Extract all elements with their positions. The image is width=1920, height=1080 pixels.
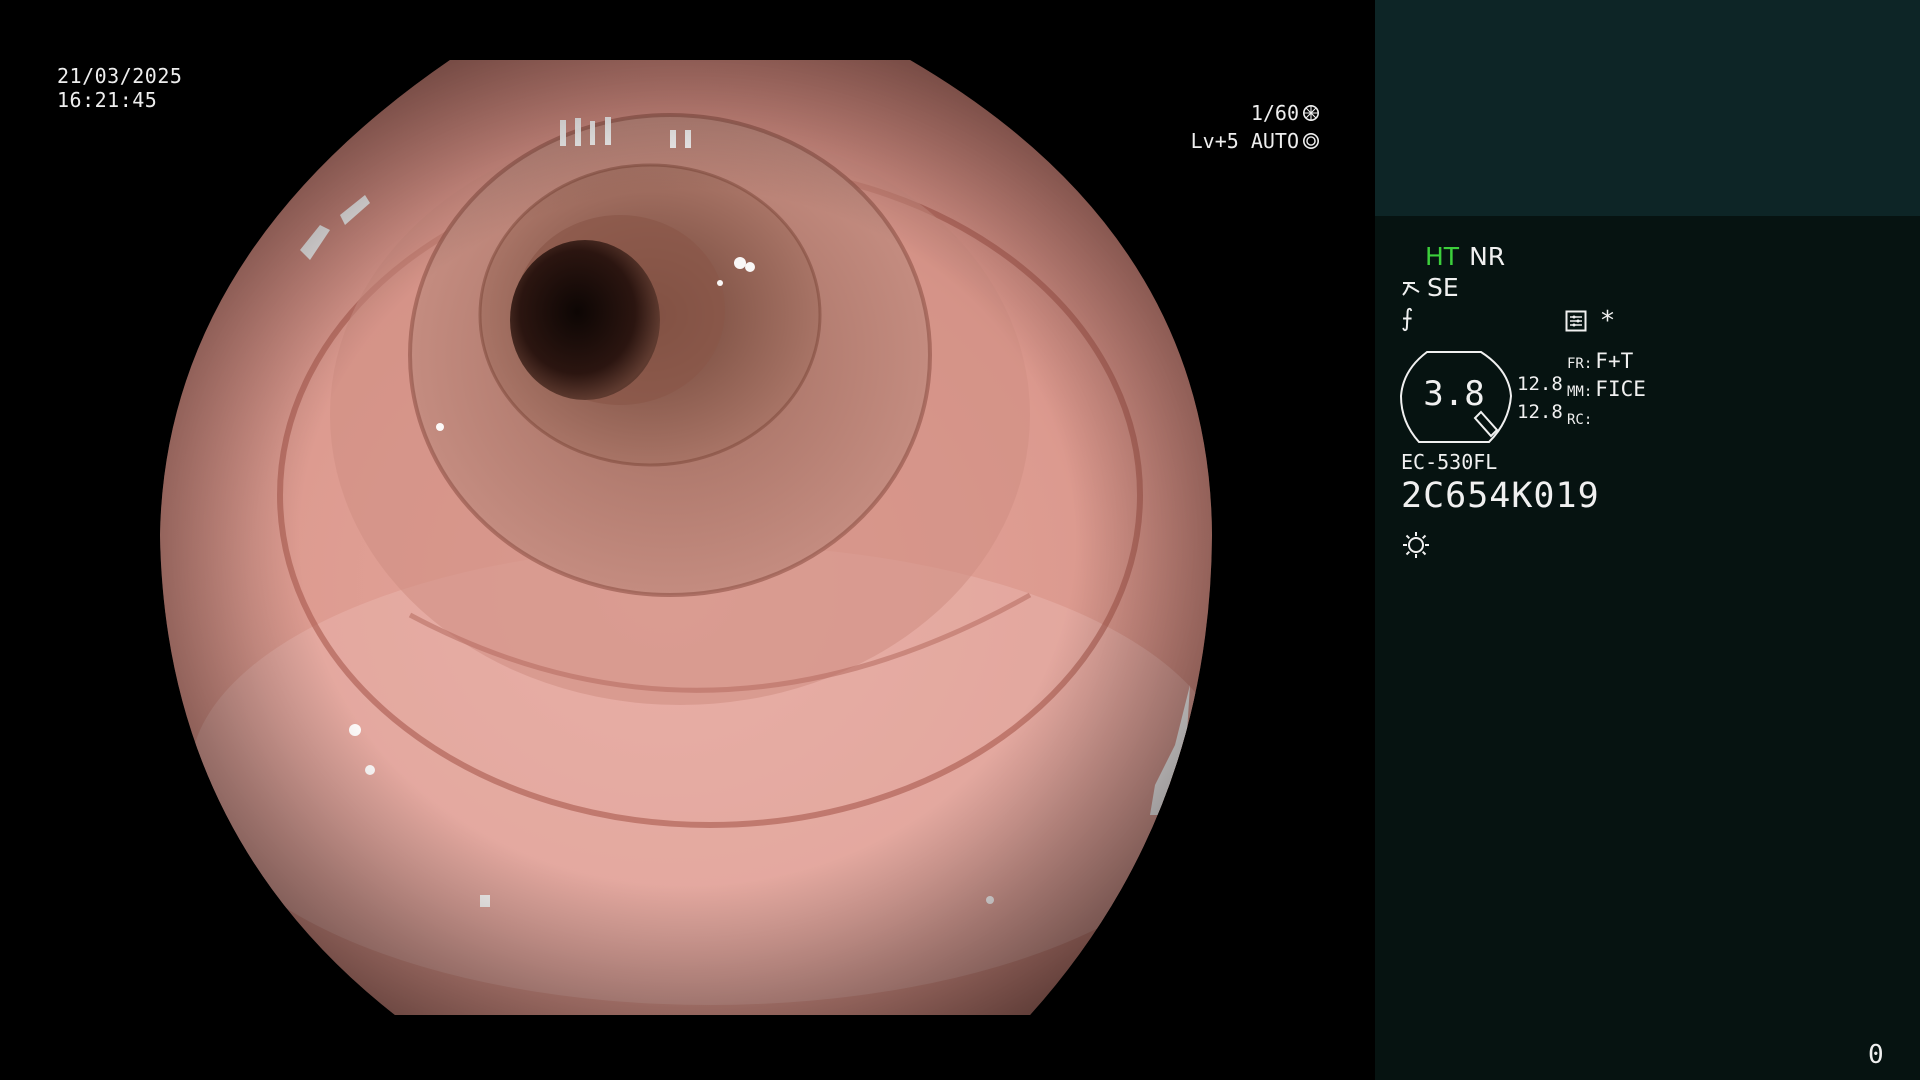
status-icons: *	[1565, 306, 1614, 336]
setting-fr-label: FR:	[1567, 356, 1593, 372]
auto-iris-icon	[1302, 132, 1320, 150]
setting-mm: MM: FICE	[1567, 377, 1646, 405]
level-text: Lv+5 AUTO	[1190, 129, 1299, 153]
settings-list-icon	[1565, 310, 1587, 332]
asterisk-icon: *	[1601, 306, 1614, 336]
endoscopy-screen: 21/03/2025 16:21:45 1/60 Lv+5 AUTO HT NR	[0, 0, 1920, 1080]
enhance-icon	[1402, 281, 1420, 296]
se-row: SE	[1401, 273, 1459, 302]
gain-value-1: 12.8	[1517, 373, 1563, 395]
zoom-gauge: 3.8	[1399, 350, 1517, 444]
mode-nr-label: NR	[1469, 242, 1506, 271]
info-panel: HT NR SE ⨍ * 3.8 12.8 12.8 FR: F+T MM: F…	[1375, 0, 1920, 1080]
gauge-value: 3.8	[1423, 374, 1485, 414]
f-symbol: ⨍	[1401, 304, 1414, 332]
setting-fr: FR: F+T	[1567, 349, 1646, 377]
setting-rc-label: RC:	[1567, 412, 1593, 428]
mode-ht-label: HT	[1425, 242, 1460, 271]
aperture-icon	[1302, 104, 1320, 122]
gain-values: 12.8 12.8	[1517, 370, 1563, 426]
panel-header-area	[1375, 0, 1920, 216]
mode-settings: FR: F+T MM: FICE RC:	[1567, 349, 1646, 433]
se-label: SE	[1427, 273, 1459, 302]
setting-rc: RC:	[1567, 405, 1646, 433]
gain-value-2: 12.8	[1517, 401, 1563, 423]
date-text: 21/03/2025	[57, 64, 183, 88]
light-source-icon	[1403, 532, 1429, 558]
scope-serial: 2C654K019	[1401, 476, 1600, 516]
image-counter: 0	[1868, 1040, 1884, 1070]
date-time-display: 21/03/2025 16:21:45	[57, 64, 182, 112]
shutter-text: 1/60	[1250, 101, 1299, 125]
endoscopic-image	[150, 55, 1225, 1020]
exposure-info: 1/60 Lv+5 AUTO	[1191, 99, 1320, 155]
setting-mm-value: FICE	[1595, 377, 1646, 401]
scope-model: EC-530FL	[1401, 450, 1498, 474]
mode-row: HT NR	[1425, 242, 1505, 271]
setting-mm-label: MM:	[1567, 384, 1593, 400]
setting-fr-value: F+T	[1595, 349, 1634, 373]
time-text: 16:21:45	[57, 88, 158, 112]
